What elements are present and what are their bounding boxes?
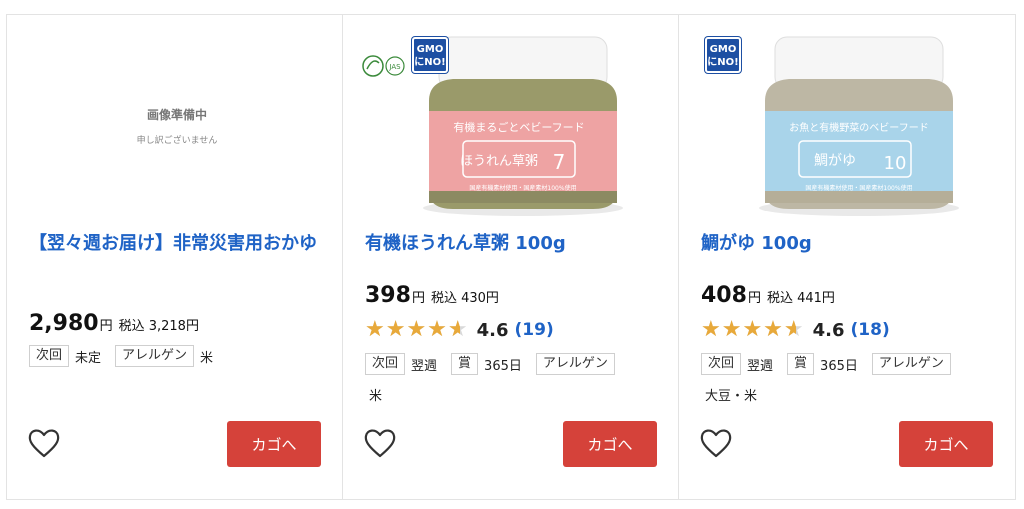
price-with-tax: 税込 3,218円 <box>118 319 199 334</box>
add-to-cart-button[interactable]: カゴへ <box>899 421 993 467</box>
tag-shelf-life-value: 365日 <box>820 358 858 374</box>
rating-score: 4.6 <box>476 319 509 341</box>
product-card: 画像準備中 申し訳ございません 【翌々週お届け】非常災害用おかゆ 2,980 円… <box>7 15 343 499</box>
tag-allergen-value: 米 <box>200 350 214 366</box>
price: 408 円 税込 441円 <box>701 283 835 308</box>
jar-product-name: 鯛がゆ <box>814 153 856 169</box>
tag-allergen-value: 米 <box>369 389 383 404</box>
placeholder-subtitle: 申し訳ございません <box>136 136 218 146</box>
product-tags: 次回 翌週 賞 365日 アレルゲン 大豆・米 <box>701 353 1001 404</box>
rating[interactable]: ★★★★★ ★★★★★ 4.6 (18) <box>701 319 890 341</box>
gmo-line2: にNO! <box>414 57 446 68</box>
tag-next-delivery: 次回 <box>701 353 742 375</box>
review-count-link[interactable]: (18) <box>851 320 890 340</box>
price: 2,980 円 税込 3,218円 <box>29 311 199 336</box>
tag-allergen: アレルゲン <box>871 353 951 375</box>
product-title[interactable]: 【翌々週お届け】非常災害用おかゆ <box>29 229 329 259</box>
price-unit: 円 <box>411 291 425 306</box>
jar-brand: 有機まるごとベビーフード <box>453 120 584 134</box>
tag-next-delivery-value: 未定 <box>75 350 102 366</box>
product-card: お魚と有機野菜のベビーフード 鯛がゆ 10 国産有機素材使用・国産素材100%使… <box>679 15 1015 499</box>
product-title[interactable]: 有機ほうれん草粥 100g <box>365 229 665 259</box>
jar-product-name: ほうれん草粥 <box>460 153 538 169</box>
gmo-line2: にNO! <box>707 57 739 68</box>
jar-age: 7 <box>553 150 566 174</box>
price-with-tax: 税込 430円 <box>430 291 499 306</box>
product-image[interactable]: お魚と有機野菜のベビーフード 鯛がゆ 10 国産有機素材使用・国産素材100%使… <box>719 31 979 221</box>
placeholder-title: 画像準備中 <box>146 108 207 122</box>
organic-jas-badge-icon: JAS <box>362 55 405 77</box>
tag-next-delivery-value: 翌週 <box>411 358 438 374</box>
tag-allergen: アレルゲン <box>115 345 195 367</box>
heart-outline-icon[interactable] <box>699 427 733 459</box>
tag-allergen: アレルゲン <box>535 353 615 375</box>
gmo-line1: GMO <box>709 44 737 55</box>
star-rating-icon: ★★★★★ ★★★★★ <box>365 317 469 342</box>
jar-age: 10 <box>884 153 907 174</box>
heart-outline-icon[interactable] <box>27 427 61 459</box>
jar-image: お魚と有機野菜のベビーフード 鯛がゆ 10 国産有機素材使用・国産素材100%使… <box>759 36 959 216</box>
rating[interactable]: ★★★★★ ★★★★★ 4.6 (19) <box>365 319 554 341</box>
jar-footer: 国産有機素材使用・国産素材100%使用 <box>469 184 576 192</box>
rating-score: 4.6 <box>812 319 845 341</box>
price-value: 398 <box>365 283 411 308</box>
heart-outline-icon[interactable] <box>363 427 397 459</box>
price-unit: 円 <box>99 319 113 334</box>
add-to-cart-button[interactable]: カゴへ <box>563 421 657 467</box>
gmo-free-badge-icon: GMO にNO! <box>412 37 448 73</box>
tag-next-delivery-value: 翌週 <box>747 358 774 374</box>
tag-shelf-life: 賞 <box>451 353 479 375</box>
tag-shelf-life-value: 365日 <box>484 358 522 374</box>
jar-footer: 国産有機素材使用・国産素材100%使用 <box>805 184 912 192</box>
product-title[interactable]: 鯛がゆ 100g <box>701 229 1001 259</box>
tag-allergen-value: 大豆・米 <box>705 389 758 404</box>
image-placeholder: 画像準備中 申し訳ございません <box>47 31 307 221</box>
price-unit: 円 <box>747 291 761 306</box>
price-value: 408 <box>701 283 747 308</box>
tag-next-delivery: 次回 <box>365 353 406 375</box>
product-image[interactable]: 画像準備中 申し訳ございません <box>47 31 307 221</box>
tag-next-delivery: 次回 <box>29 345 70 367</box>
price-value: 2,980 <box>29 311 99 336</box>
tag-shelf-life: 賞 <box>787 353 815 375</box>
jas-label: JAS <box>388 63 401 71</box>
gmo-free-badge-icon: GMO にNO! <box>705 37 741 73</box>
product-grid: 画像準備中 申し訳ございません 【翌々週お届け】非常災害用おかゆ 2,980 円… <box>6 14 1016 500</box>
add-to-cart-button[interactable]: カゴへ <box>227 421 321 467</box>
price-with-tax: 税込 441円 <box>766 291 835 306</box>
price: 398 円 税込 430円 <box>365 283 499 308</box>
star-rating-icon: ★★★★★ ★★★★★ <box>701 317 805 342</box>
gmo-line1: GMO <box>416 44 444 55</box>
jar-brand: お魚と有機野菜のベビーフード <box>789 121 928 134</box>
product-tags: 次回 未定 アレルゲン 米 <box>29 345 329 367</box>
product-card: 有機まるごとベビーフード ほうれん草粥 7 国産有機素材使用・国産素材100%使… <box>343 15 679 499</box>
product-tags: 次回 翌週 賞 365日 アレルゲン 米 <box>365 353 665 404</box>
review-count-link[interactable]: (19) <box>515 320 554 340</box>
